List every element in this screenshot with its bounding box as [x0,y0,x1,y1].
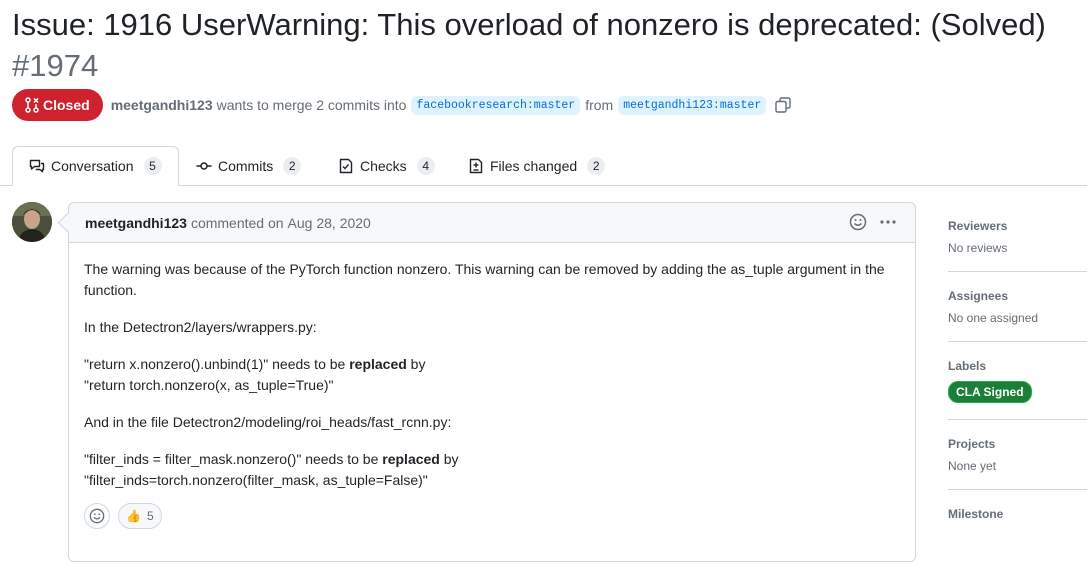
thumbs-up-icon: 👍 [126,509,141,523]
author-link[interactable]: meetgandhi123 [111,97,213,113]
comment-paragraph: The warning was because of the PyTorch f… [84,261,885,298]
page-title: Issue: 1916 UserWarning: This overload o… [12,4,1082,86]
comment-actions [849,213,897,231]
tab-checks[interactable]: Checks 4 [330,146,443,186]
comment-text: by [439,451,459,467]
comment-box: meetgandhi123 commented on Aug 28, 2020 … [68,202,916,562]
sidebar-heading[interactable]: Milestone [948,507,1087,521]
git-pull-request-closed-icon [25,97,39,113]
sidebar-labels: Labels CLA Signed [948,342,1087,420]
tab-commits[interactable]: Commits 2 [188,146,309,186]
comment-bold-text: replaced [382,451,440,467]
reaction-count: 5 [146,509,154,523]
git-commit-icon [196,162,212,170]
tab-count: 5 [143,157,162,175]
kebab-horizontal-icon[interactable] [879,213,897,231]
sidebar-value: No one assigned [948,311,1039,325]
comment-paragraph: "return x.nonzero().unbind(1)" needs to … [84,354,900,396]
pr-number: #1974 [12,48,99,83]
comment-paragraph: And in the file Detectron2/modeling/roi_… [84,414,452,430]
from-text: from [585,97,614,113]
comment-paragraph: "filter_inds = filter_mask.nonzero()" ne… [84,449,900,491]
copy-icon[interactable] [775,97,791,113]
sidebar-value: None yet [948,459,997,473]
smiley-icon[interactable] [849,213,867,231]
tab-label: Commits [218,158,274,174]
sidebar-milestone: Milestone [948,490,1087,545]
tab-label: Conversation [51,158,134,174]
comment-text: "filter_inds = filter_mask.nonzero()" ne… [84,451,383,467]
tab-conversation[interactable]: Conversation 5 [12,146,179,186]
tab-files-changed[interactable]: Files changed 2 [460,146,613,186]
sidebar-projects: Projects None yet [948,420,1087,490]
comment-action: commented on [190,214,284,231]
tab-label: Files changed [490,158,578,174]
tab-count: 2 [283,157,302,175]
pr-tabs: Conversation 5 Commits 2 Checks 4 Files … [0,146,1087,186]
status-badge: Closed [12,89,103,121]
sidebar: Reviewers No reviews Assignees No one as… [948,202,1087,545]
sidebar-reviewers: Reviewers No reviews [948,202,1087,272]
sidebar-heading[interactable]: Assignees [948,289,1087,303]
comment-paragraph: In the Detectron2/layers/wrappers.py: [84,319,317,335]
sidebar-assignees: Assignees No one assigned [948,272,1087,342]
issue-title-text: Issue: 1916 UserWarning: This overload o… [12,7,1046,42]
sidebar-heading[interactable]: Labels [948,359,1087,373]
comment-bold-text: replaced [349,356,407,372]
comment-header: meetgandhi123 commented on Aug 28, 2020 [69,203,915,243]
avatar[interactable] [12,202,52,242]
merge-action-text: wants to merge 2 commits into [216,97,407,113]
smiley-icon [89,508,105,524]
sidebar-heading[interactable]: Projects [948,437,1087,451]
thumbs-up-reaction-button[interactable]: 👍 5 [118,503,162,529]
add-reaction-button[interactable] [84,503,110,529]
comment-author[interactable]: meetgandhi123 [85,215,187,231]
pr-meta: Closed meetgandhi123 wants to merge 2 co… [12,89,791,121]
label-badge[interactable]: CLA Signed [948,381,1032,403]
base-branch[interactable]: facebookresearch:master [411,95,581,115]
reactions-bar: 👍 5 [84,503,162,529]
comment-date[interactable]: Aug 28, 2020 [288,215,371,231]
comment-text: "return torch.nonzero(x, as_tuple=True)" [84,377,334,393]
tab-count: 4 [416,157,435,175]
tab-label: Checks [360,158,407,174]
sidebar-value: No reviews [948,241,1008,255]
comment-text: "return x.nonzero().unbind(1)" needs to … [84,356,350,372]
head-branch[interactable]: meetgandhi123:master [618,95,767,115]
comment-body: The warning was because of the PyTorch f… [69,243,915,491]
tab-count: 2 [587,157,606,175]
comment-discussion-icon [29,159,45,173]
sidebar-heading[interactable]: Reviewers [948,219,1087,233]
status-label: Closed [43,97,90,113]
comment-text: "filter_inds=torch.nonzero(filter_mask, … [84,472,428,488]
checklist-icon [339,158,353,174]
comment-text: by [406,356,426,372]
file-diff-icon [469,158,483,174]
